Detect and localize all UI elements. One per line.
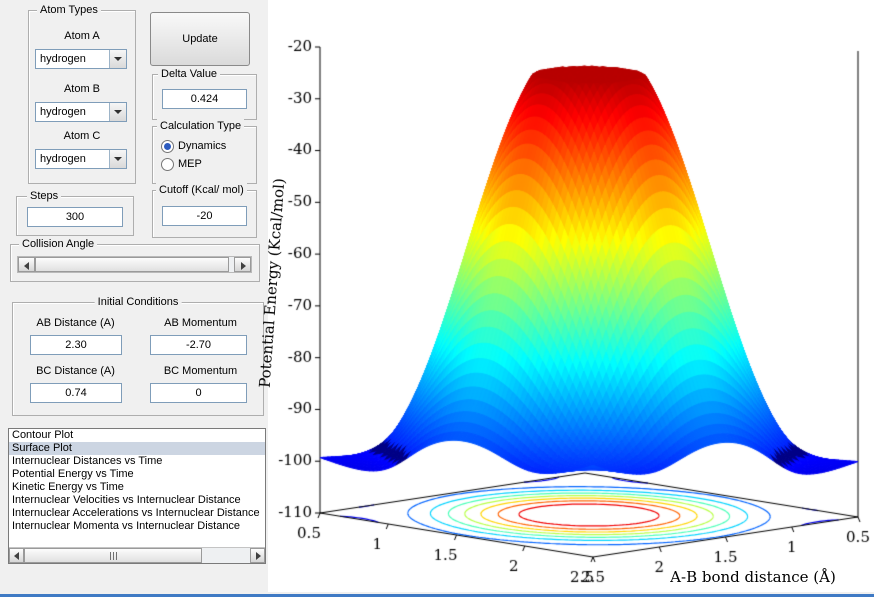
list-item[interactable]: Kinetic Energy vs Time bbox=[9, 481, 265, 494]
dynamics-radio[interactable]: Dynamics bbox=[161, 139, 226, 153]
cutoff-field[interactable] bbox=[162, 206, 247, 226]
radio-circle-icon bbox=[161, 139, 174, 153]
listbox-horizontal-scrollbar[interactable] bbox=[9, 547, 265, 563]
list-item[interactable]: Contour Plot bbox=[9, 429, 265, 442]
atom-b-value: hydrogen bbox=[40, 106, 86, 118]
delta-value-group: Delta Value bbox=[152, 67, 257, 120]
ab-momentum-field[interactable] bbox=[150, 335, 247, 355]
bc-distance-field[interactable] bbox=[30, 383, 122, 403]
radio-circle-icon bbox=[161, 157, 174, 171]
ab-distance-field[interactable] bbox=[30, 335, 122, 355]
mep-radio-label: MEP bbox=[178, 158, 202, 170]
list-item[interactable]: Internuclear Distances vs Time bbox=[9, 455, 265, 468]
arrow-right-icon bbox=[241, 262, 246, 270]
cutoff-group: Cutoff (Kcal/ mol) bbox=[152, 183, 257, 238]
calculation-type-title: Calculation Type bbox=[157, 119, 245, 133]
atom-b-label: Atom B bbox=[63, 83, 101, 95]
atom-types-group: Atom Types Atom A hydrogen Atom B hydrog… bbox=[28, 3, 136, 184]
atom-a-label: Atom A bbox=[64, 30, 100, 42]
calculation-type-group: Calculation Type Dynamics MEP bbox=[152, 119, 257, 184]
atom-a-value: hydrogen bbox=[40, 53, 86, 65]
bc-momentum-field[interactable] bbox=[150, 383, 247, 403]
slider-thumb[interactable] bbox=[35, 257, 229, 272]
dropdown-arrow-icon bbox=[114, 157, 122, 161]
initial-conditions-title: Initial Conditions bbox=[94, 295, 182, 309]
atom-c-label: Atom C bbox=[63, 130, 101, 142]
arrow-left-icon bbox=[14, 552, 19, 560]
atom-b-select[interactable]: hydrogen bbox=[35, 102, 127, 122]
slider-right-button[interactable] bbox=[234, 257, 251, 272]
list-item[interactable]: Surface Plot bbox=[9, 442, 265, 455]
steps-title: Steps bbox=[27, 189, 62, 203]
bc-momentum-label: BC Momentum bbox=[163, 365, 238, 377]
initial-conditions-group: Initial Conditions AB Distance (A) AB Mo… bbox=[12, 295, 264, 416]
collision-angle-slider[interactable] bbox=[17, 256, 252, 273]
scrollbar-thumb[interactable] bbox=[24, 548, 202, 563]
list-item[interactable]: Potential Energy vs Time bbox=[9, 468, 265, 481]
cutoff-title: Cutoff (Kcal/ mol) bbox=[156, 183, 247, 197]
potential-energy-surface-plot bbox=[268, 0, 874, 592]
ab-distance-label: AB Distance (A) bbox=[36, 317, 115, 329]
update-button[interactable]: Update bbox=[150, 12, 250, 66]
steps-field[interactable] bbox=[27, 207, 123, 227]
steps-group: Steps bbox=[16, 189, 134, 236]
arrow-right-icon bbox=[256, 552, 261, 560]
arrow-left-icon bbox=[24, 262, 29, 270]
scrollbar-left-button[interactable] bbox=[9, 548, 24, 563]
scrollbar-right-button[interactable] bbox=[250, 548, 265, 563]
atom-c-select[interactable]: hydrogen bbox=[35, 149, 127, 169]
plot-type-listbox[interactable]: Contour Plot Surface Plot Internuclear D… bbox=[8, 428, 266, 564]
atom-types-title: Atom Types bbox=[37, 3, 101, 17]
list-item[interactable]: Internuclear Velocities vs Internuclear … bbox=[9, 494, 265, 507]
collision-angle-group: Collision Angle bbox=[10, 237, 260, 282]
atom-a-select[interactable]: hydrogen bbox=[35, 49, 127, 69]
x-axis-label: A-B bond distance (Å) bbox=[670, 568, 836, 586]
delta-value-field[interactable] bbox=[162, 89, 247, 109]
app-window: { "panel": { "atom_types": { "title": "A… bbox=[0, 0, 874, 597]
plot-figure: Potential Energy (Kcal/mol) A-B bond dis… bbox=[256, 0, 874, 592]
slider-left-button[interactable] bbox=[18, 257, 35, 272]
bc-distance-label: BC Distance (A) bbox=[36, 365, 115, 377]
list-item[interactable]: Internuclear Accelerations vs Internucle… bbox=[9, 507, 265, 520]
mep-radio[interactable]: MEP bbox=[161, 157, 202, 171]
collision-angle-title: Collision Angle bbox=[19, 237, 98, 251]
atom-b-dropdown-button[interactable] bbox=[109, 103, 126, 121]
delta-value-title: Delta Value bbox=[158, 67, 221, 81]
dropdown-arrow-icon bbox=[114, 110, 122, 114]
list-item[interactable]: Internuclear Momenta vs Internuclear Dis… bbox=[9, 520, 265, 533]
dynamics-radio-label: Dynamics bbox=[178, 140, 227, 152]
ab-momentum-label: AB Momentum bbox=[164, 317, 237, 329]
atom-c-value: hydrogen bbox=[40, 153, 86, 165]
atom-a-dropdown-button[interactable] bbox=[109, 50, 126, 68]
thumb-grip-icon bbox=[113, 552, 114, 560]
dropdown-arrow-icon bbox=[114, 57, 122, 61]
atom-c-dropdown-button[interactable] bbox=[109, 150, 126, 168]
